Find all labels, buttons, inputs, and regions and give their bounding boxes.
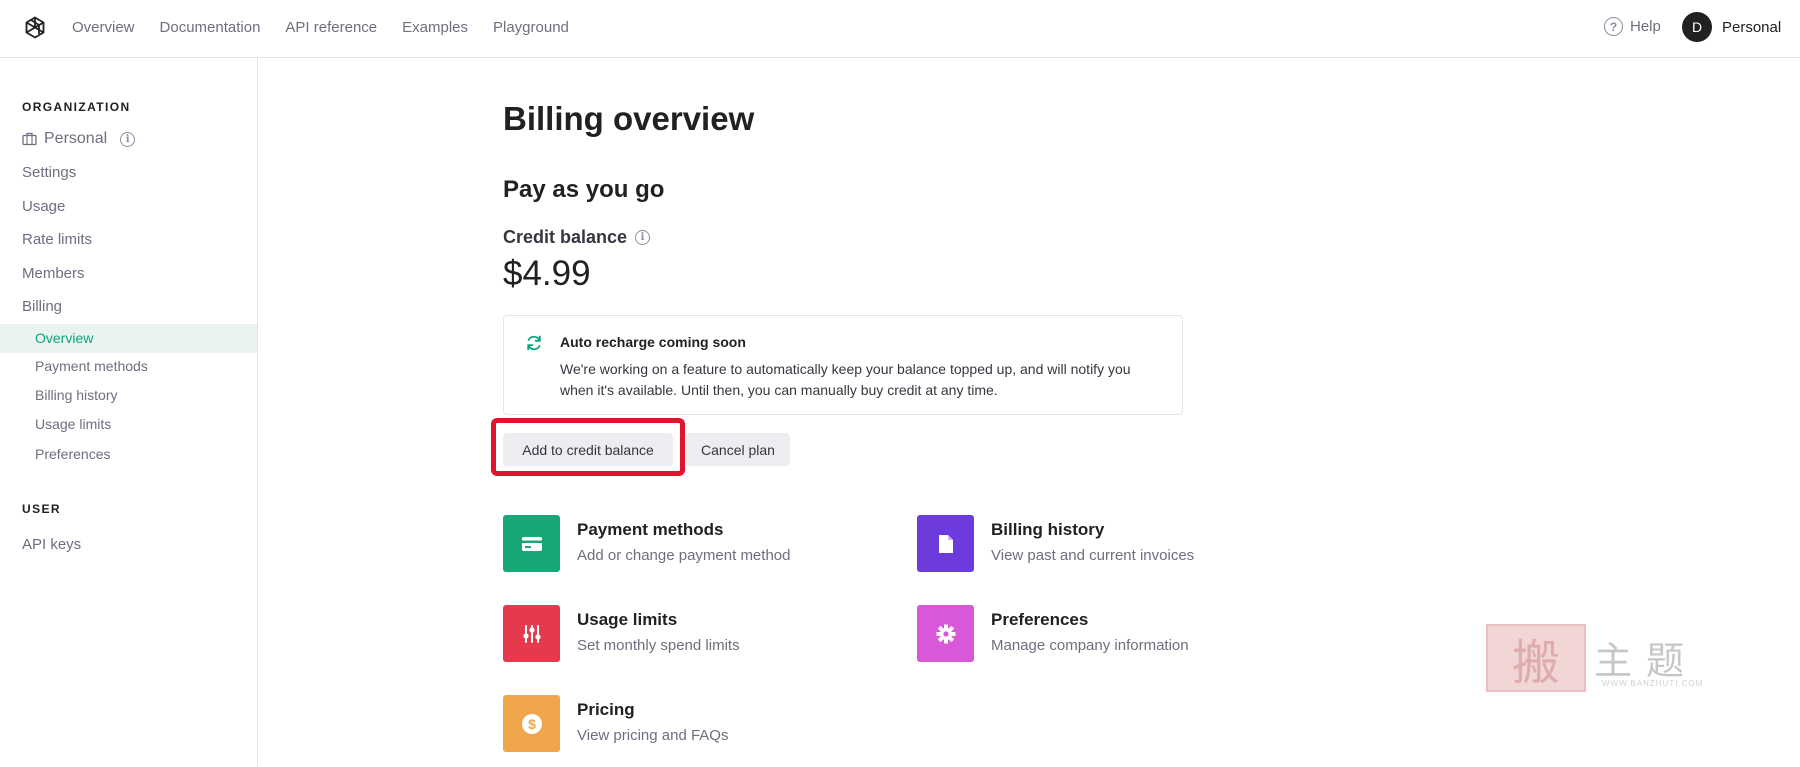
credit-balance-label: Credit balance i: [503, 227, 651, 248]
info-icon[interactable]: i: [635, 230, 651, 245]
cancel-plan-button[interactable]: Cancel plan: [686, 433, 790, 466]
openai-logo-icon[interactable]: [21, 14, 49, 42]
card-title: Billing history: [991, 520, 1105, 539]
add-to-credit-balance-button[interactable]: Add to credit balance: [503, 433, 673, 466]
sidebar-subitem-billing-history[interactable]: Billing history: [35, 387, 117, 403]
card-title: Pricing: [577, 700, 635, 719]
refresh-icon: [527, 335, 541, 351]
notice-title: Auto recharge coming soon: [560, 334, 746, 350]
sliders-icon: [503, 605, 560, 662]
credit-card-icon: [503, 515, 560, 572]
account-menu[interactable]: D Personal: [1682, 12, 1781, 42]
card-subtitle: View past and current invoices: [991, 547, 1195, 564]
sidebar: ORGANIZATION Personal i Settings Usage R…: [0, 58, 258, 767]
avatar: D: [1682, 12, 1712, 42]
info-icon[interactable]: i: [120, 131, 136, 147]
card-subtitle: Set monthly spend limits: [577, 637, 740, 654]
main-nav: Overview Documentation API reference Exa…: [72, 0, 569, 54]
nav-playground[interactable]: Playground: [493, 19, 569, 36]
card-usage-limits[interactable]: Usage limits Set monthly spend limits: [503, 605, 740, 662]
sidebar-subitem-preferences[interactable]: Preferences: [35, 446, 110, 462]
nav-overview[interactable]: Overview: [72, 19, 135, 36]
help-label: Help: [1630, 18, 1661, 35]
organization-section-title: ORGANIZATION: [22, 100, 131, 114]
page-title: Billing overview: [503, 100, 755, 137]
org-name: Personal: [44, 130, 108, 147]
credit-balance-text: Credit balance: [503, 227, 628, 247]
card-subtitle: Manage company information: [991, 637, 1189, 654]
sidebar-item-rate-limits[interactable]: Rate limits: [22, 231, 92, 248]
card-pricing[interactable]: $ Pricing View pricing and FAQs: [503, 695, 728, 752]
account-name: Personal: [1722, 18, 1782, 36]
gear-icon: [917, 605, 974, 662]
watermark-seal: 搬: [1486, 624, 1586, 692]
nav-examples[interactable]: Examples: [402, 19, 468, 36]
credit-balance-value: $4.99: [503, 254, 591, 293]
sidebar-item-usage[interactable]: Usage: [22, 198, 65, 215]
notice-body: We're working on a feature to automatica…: [560, 361, 1131, 398]
nav-api-reference[interactable]: API reference: [285, 19, 377, 36]
card-title: Preferences: [991, 610, 1089, 629]
card-subtitle: Add or change payment method: [577, 547, 791, 564]
watermark: 搬 主题 WWW.BANZHUTI.COM: [1486, 624, 1716, 694]
card-subtitle: View pricing and FAQs: [577, 727, 729, 744]
sidebar-subitem-payment-methods[interactable]: Payment methods: [35, 358, 148, 374]
nav-documentation[interactable]: Documentation: [160, 19, 261, 36]
card-title: Payment methods: [577, 520, 724, 539]
sidebar-subitem-overview[interactable]: Overview: [0, 324, 257, 353]
help-link[interactable]: ? Help: [1604, 17, 1661, 36]
card-payment-methods[interactable]: Payment methods Add or change payment me…: [503, 515, 790, 572]
briefcase-icon: [22, 132, 37, 146]
user-section-title: USER: [22, 502, 61, 516]
sidebar-item-api-keys[interactable]: API keys: [22, 536, 81, 553]
sidebar-subitem-overview-label: Overview: [35, 330, 94, 346]
sidebar-item-billing[interactable]: Billing: [22, 298, 62, 315]
sidebar-subitem-usage-limits[interactable]: Usage limits: [35, 416, 111, 432]
card-title: Usage limits: [577, 610, 678, 629]
plan-title: Pay as you go: [503, 176, 665, 203]
sidebar-item-members[interactable]: Members: [22, 265, 85, 282]
watermark-text: 主题: [1594, 639, 1699, 683]
dollar-icon: $: [503, 695, 560, 752]
card-billing-history[interactable]: Billing history View past and current in…: [917, 515, 1194, 572]
top-bar: Overview Documentation API reference Exa…: [0, 0, 1800, 58]
sidebar-item-settings[interactable]: Settings: [22, 164, 76, 181]
auto-recharge-notice: Auto recharge coming soon We're working …: [503, 315, 1183, 415]
watermark-url: WWW.BANZHUTI.COM: [1602, 679, 1704, 688]
document-icon: [917, 515, 974, 572]
help-icon: ?: [1604, 17, 1623, 36]
svg-text:$: $: [528, 716, 536, 732]
card-preferences[interactable]: Preferences Manage company information: [917, 605, 1189, 662]
org-selector[interactable]: Personal i: [22, 130, 136, 148]
